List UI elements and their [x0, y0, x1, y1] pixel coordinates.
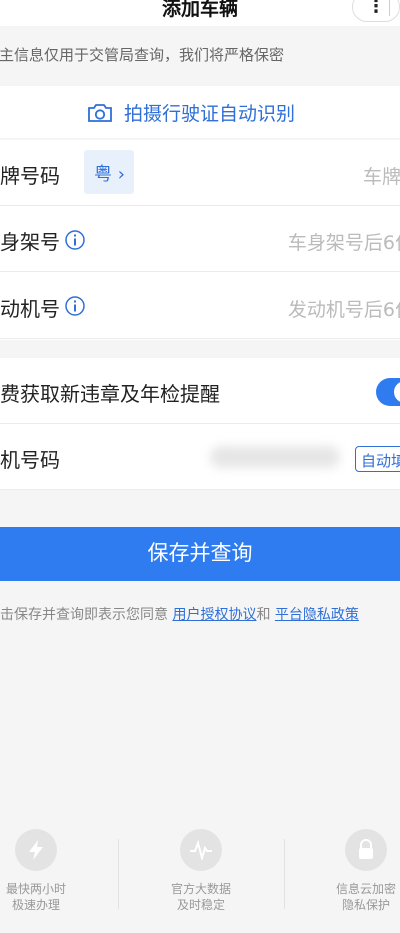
- auto-fill-button[interactable]: 自动填: [355, 446, 400, 472]
- more-button[interactable]: ⋮: [352, 0, 400, 22]
- vin-row[interactable]: 车身架号 车身架号后6位: [0, 206, 400, 272]
- reminder-label: 免费获取新违章及年检提醒: [0, 382, 220, 406]
- feature-speed: 最快两小时 极速办理: [0, 825, 96, 913]
- vin-label: 车身架号: [0, 230, 60, 254]
- privacy-notice: 车主信息仅用于交管局查询，我们将严格保密: [0, 46, 285, 64]
- ocr-bar[interactable]: 拍摄行驶证自动识别: [0, 86, 400, 138]
- agreement-text: 点击保存并查询即表示您同意 用户授权协议和 平台隐私政策: [0, 607, 359, 623]
- pulse-icon: [190, 840, 212, 860]
- save-query-button[interactable]: 保存并查询: [0, 527, 400, 581]
- privacy-policy-link[interactable]: 平台隐私政策: [275, 607, 359, 623]
- vin-info-icon[interactable]: [64, 229, 86, 251]
- phone-input-blurred[interactable]: [210, 446, 340, 468]
- vin-input[interactable]: 车身架号后6位: [288, 228, 400, 255]
- camera-icon: [88, 103, 112, 122]
- plate-input[interactable]: 车牌号: [363, 162, 400, 189]
- feature-data: 官方大数据 及时稳定: [141, 825, 261, 913]
- engine-row[interactable]: 发动机号 发动机号后6位: [0, 273, 400, 339]
- ocr-label: 拍摄行驶证自动识别: [124, 103, 296, 125]
- feature-divider: [284, 839, 285, 909]
- toggle-knob: [394, 381, 400, 403]
- chevron-right-icon: ›: [112, 164, 125, 185]
- lightning-icon: [29, 840, 43, 860]
- page-title: 添加车辆: [161, 0, 238, 20]
- phone-row[interactable]: 手机号码: [0, 424, 400, 490]
- plate-row[interactable]: 车牌号码 车牌号: [0, 140, 400, 206]
- province-selector[interactable]: 粤 ›: [84, 150, 134, 194]
- user-agreement-link[interactable]: 用户授权协议: [172, 607, 256, 623]
- more-dots-icon: ⋮: [367, 0, 385, 17]
- phone-label: 手机号码: [0, 448, 60, 472]
- engine-label: 发动机号: [0, 297, 60, 321]
- reminder-row: 免费获取新违章及年检提醒: [0, 358, 400, 424]
- engine-input[interactable]: 发动机号后6位: [288, 295, 400, 322]
- header: 添加车辆 ⋮: [0, 0, 400, 26]
- lock-icon: [359, 839, 373, 859]
- feature-divider: [118, 839, 119, 909]
- engine-info-icon[interactable]: [64, 295, 86, 317]
- capsule-divider: [389, 0, 390, 16]
- reminder-toggle[interactable]: [376, 378, 400, 406]
- plate-label: 车牌号码: [0, 164, 60, 188]
- feature-privacy: 信息云加密 隐私保护: [306, 825, 400, 913]
- feature-strip: 最快两小时 极速办理 官方大数据 及时稳定 信息云加密 隐私保护: [0, 825, 400, 925]
